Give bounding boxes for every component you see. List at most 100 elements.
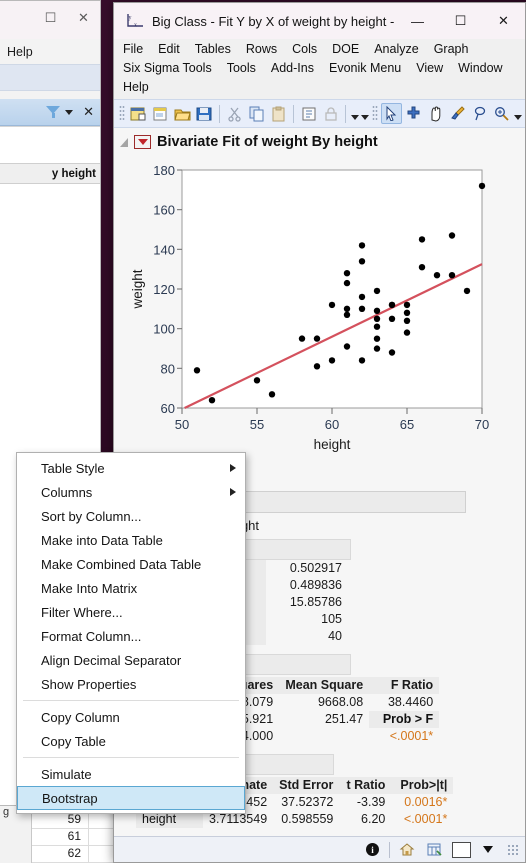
paste-icon[interactable] (268, 103, 289, 124)
menu-tables[interactable]: Tables (194, 40, 232, 59)
journal-icon[interactable] (298, 103, 319, 124)
arrow-select-icon[interactable] (381, 103, 402, 124)
menu-item-simulate[interactable]: Simulate (17, 762, 245, 786)
toolbar-grip[interactable] (372, 105, 378, 122)
menu-item-sort-by-column[interactable]: Sort by Column... (17, 504, 245, 528)
toolbar-overflow-chevron-down-icon[interactable] (513, 105, 522, 123)
menu-item-make-into-data-table[interactable]: Make into Data Table (17, 528, 245, 552)
toolbar-overflow-chevron-down-icon[interactable] (350, 105, 359, 123)
context-menu[interactable]: Table Style Columns Sort by Column... Ma… (16, 452, 246, 814)
svg-text:100: 100 (153, 322, 175, 337)
save-icon[interactable] (194, 103, 215, 124)
scatterplot[interactable]: 180 160 140 120 100 80 60 50 55 60 65 70… (120, 158, 525, 458)
resize-grip[interactable] (507, 843, 519, 856)
menu-item-copy-table[interactable]: Copy Table (17, 729, 245, 753)
menu-evonik-menu[interactable]: Evonik Menu (328, 59, 402, 78)
new-data-table-icon[interactable] (128, 103, 149, 124)
magnifier-icon[interactable] (491, 103, 512, 124)
menu-separator (23, 757, 239, 758)
menu-item-filter-where[interactable]: Filter Where... (17, 600, 245, 624)
cut-icon[interactable] (224, 103, 245, 124)
open-icon[interactable] (172, 103, 193, 124)
menu-help[interactable]: Help (122, 78, 150, 97)
bivariate-outline-header[interactable]: Bivariate Fit of weight By height (114, 134, 525, 150)
menu-six-sigma-tools[interactable]: Six Sigma Tools (122, 59, 213, 78)
svg-text:60: 60 (161, 401, 175, 416)
close-button[interactable]: ✕ (482, 4, 525, 38)
menu-window[interactable]: Window (457, 59, 503, 78)
color-swatch[interactable] (452, 841, 471, 858)
menu-item-table-style[interactable]: Table Style (17, 456, 245, 480)
menu-item-show-properties[interactable]: Show Properties (17, 672, 245, 696)
menu-item-label: Copy Table (41, 733, 106, 749)
cell-height[interactable]: 62 (32, 845, 89, 862)
data-table-icon[interactable] (424, 840, 446, 859)
maximize-icon[interactable]: ☐ (34, 5, 67, 31)
home-window-icon[interactable] (396, 840, 418, 859)
cell-t-ratio: 6.20 (361, 812, 386, 826)
toolbar-grip[interactable] (119, 105, 125, 122)
menu-item-make-combined-data-table[interactable]: Make Combined Data Table (17, 552, 245, 576)
new-script-icon[interactable] (150, 103, 171, 124)
menu-rows[interactable]: Rows (245, 40, 278, 59)
chevron-down-icon[interactable] (65, 109, 74, 115)
menu-item-columns[interactable]: Columns (17, 480, 245, 504)
cell-std-error: 37.52372 (281, 795, 334, 809)
menu-view[interactable]: View (415, 59, 444, 78)
menu-item-copy-column[interactable]: Copy Column (17, 705, 245, 729)
menu-item-make-into-matrix[interactable]: Make Into Matrix (17, 576, 245, 600)
minimize-button[interactable]: — (396, 4, 439, 38)
lasso-icon[interactable] (469, 103, 490, 124)
svg-text:x: x (134, 23, 137, 29)
jmp-fit-y-by-x-icon: y x (122, 13, 148, 29)
menu-item-label: Show Properties (41, 676, 137, 692)
crosshair-icon[interactable] (403, 103, 424, 124)
menu-item-label: Simulate (41, 766, 92, 782)
col-std-error: Std Error (273, 777, 340, 794)
bivariate-plot-svg[interactable]: 180 160 140 120 100 80 60 50 55 60 65 70… (120, 158, 510, 458)
menu-item-bootstrap[interactable]: Bootstrap (17, 786, 245, 810)
menubar-row-1: File Edit Tables Rows Cols DOE Analyze G… (122, 40, 517, 59)
cell-f: 38.4460 (387, 695, 434, 709)
menu-tools[interactable]: Tools (226, 59, 257, 78)
menu-doe[interactable]: DOE (331, 40, 360, 59)
hand-grabber-icon[interactable] (425, 103, 446, 124)
menu-analyze[interactable]: Analyze (373, 40, 419, 59)
cell-prob-t: <.0001* (403, 812, 448, 826)
funnel-icon[interactable] (46, 105, 61, 119)
menu-separator (23, 700, 239, 701)
background-gap (0, 91, 100, 99)
window-titlebar: y x Big Class - Fit Y by X of weight by … (114, 3, 525, 39)
menu-item-label: Format Column... (41, 628, 142, 644)
maximize-button[interactable]: ☐ (439, 4, 482, 38)
toolbar-overflow-chevron-down-icon[interactable] (360, 105, 369, 123)
submenu-arrow-icon (230, 464, 236, 472)
row-value: 105 (321, 612, 342, 626)
svg-text:55: 55 (250, 417, 264, 432)
menu-file[interactable]: File (122, 40, 144, 59)
menubar-row-2: Six Sigma Tools Tools Add-Ins Evonik Men… (122, 59, 517, 78)
row-value: 15.85786 (289, 595, 342, 609)
cell-height[interactable]: 61 (32, 828, 89, 845)
menu-item-format-column[interactable]: Format Column... (17, 624, 245, 648)
menu-graph[interactable]: Graph (433, 40, 470, 59)
svg-text:50: 50 (175, 417, 189, 432)
menu-item-label: Bootstrap (42, 790, 98, 806)
menu-item-align-decimal-separator[interactable]: Align Decimal Separator (17, 648, 245, 672)
menu-edit[interactable]: Edit (157, 40, 181, 59)
chevron-down-icon[interactable] (477, 840, 499, 859)
info-icon[interactable]: i (361, 840, 383, 859)
lock-icon[interactable] (320, 103, 341, 124)
cell-std-error: 0.598559 (281, 812, 334, 826)
brush-icon[interactable] (447, 103, 468, 124)
outline-triangle-icon[interactable] (120, 137, 128, 147)
menu-cols[interactable]: Cols (291, 40, 318, 59)
copy-icon[interactable] (246, 103, 267, 124)
close-icon[interactable]: ✕ (83, 104, 94, 120)
svg-text:70: 70 (475, 417, 489, 432)
background-menu-help[interactable]: Help (0, 39, 100, 64)
red-triangle-menu-icon[interactable] (134, 135, 151, 149)
close-icon[interactable]: ✕ (67, 5, 100, 31)
svg-text:120: 120 (153, 282, 175, 297)
menu-add-ins[interactable]: Add-Ins (270, 59, 315, 78)
